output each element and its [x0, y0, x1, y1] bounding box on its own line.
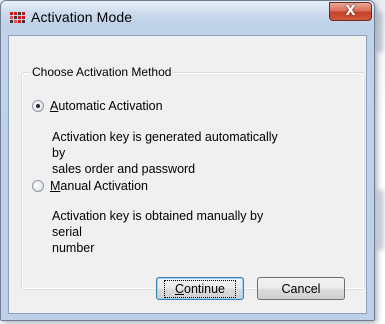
cancel-button[interactable]: Cancel — [257, 277, 345, 300]
continue-focus-rect: Continue — [163, 279, 237, 298]
continue-button[interactable]: Continue — [156, 277, 244, 300]
manual-activation-description: Activation key is obtained manually by s… — [52, 208, 292, 256]
close-icon: X — [345, 4, 356, 19]
automatic-activation-description: Activation key is generated automaticall… — [52, 129, 292, 177]
app-grid-icon — [9, 11, 27, 27]
backdrop-spot — [377, 12, 383, 52]
window-title: Activation Mode — [31, 9, 133, 25]
activation-method-group: Choose Activation Method Automatic Activ… — [21, 65, 365, 290]
title-bar[interactable]: Activation Mode X — [1, 1, 374, 35]
manual-activation-label[interactable]: Manual Activation — [50, 179, 148, 193]
description-line: sales order and password — [52, 162, 196, 176]
description-line: number — [52, 241, 95, 255]
manual-activation-radio[interactable]: Manual Activation — [32, 179, 148, 193]
dialog-client-area: Choose Activation Method Automatic Activ… — [8, 35, 367, 314]
automatic-activation-radio[interactable]: Automatic Activation — [32, 99, 163, 113]
radio-unselected-indicator[interactable] — [32, 180, 44, 192]
close-button[interactable]: X — [329, 2, 372, 21]
description-line: Activation key is generated automaticall… — [52, 130, 278, 160]
backdrop-spot — [378, 190, 384, 250]
automatic-activation-label[interactable]: Automatic Activation — [50, 99, 163, 113]
description-line: Activation key is obtained manually by s… — [52, 209, 264, 239]
radio-selected-indicator[interactable] — [32, 100, 44, 112]
group-title: Choose Activation Method — [30, 65, 174, 79]
activation-mode-dialog: Activation Mode X Choose Activation Meth… — [0, 0, 375, 321]
